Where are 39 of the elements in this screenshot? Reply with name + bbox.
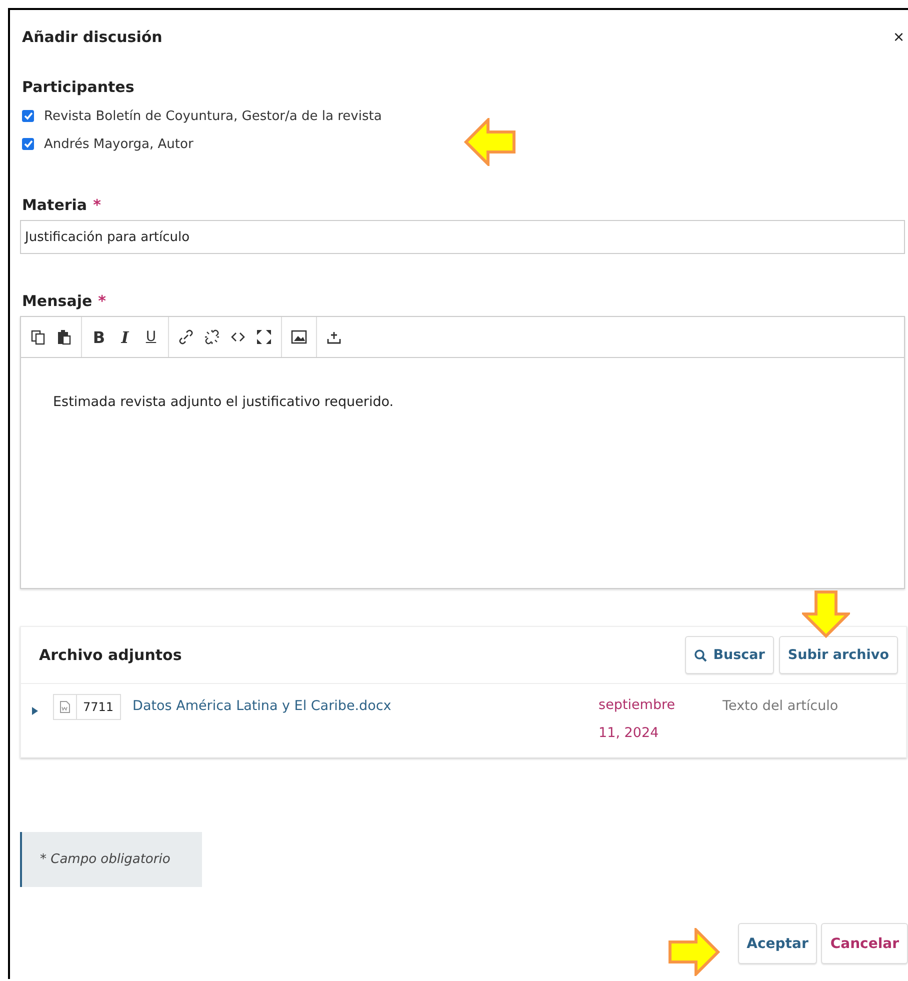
arrow-icon bbox=[802, 590, 850, 638]
arrow-icon bbox=[668, 928, 720, 976]
dialog-title: Añadir discusión bbox=[22, 28, 162, 46]
checkbox[interactable] bbox=[22, 110, 34, 122]
panel-title: Archivo adjuntos bbox=[39, 646, 182, 664]
section-heading: Participantes bbox=[22, 78, 134, 96]
file-id: 7711 bbox=[82, 700, 115, 714]
bold-button[interactable]: B bbox=[86, 323, 112, 351]
upload-icon[interactable] bbox=[326, 329, 342, 345]
field-label: Materia bbox=[22, 196, 88, 214]
required-mark: * bbox=[93, 196, 101, 214]
search-button[interactable]: Buscar bbox=[685, 636, 774, 674]
message-text: Estimada revista adjunto el justificativo requerido. bbox=[53, 394, 395, 410]
image-icon[interactable] bbox=[291, 329, 307, 345]
text-editor[interactable]: B I U Estimada revista adjunto el justificativo requerido. bbox=[20, 316, 905, 589]
link-icon[interactable] bbox=[178, 329, 194, 345]
search-icon bbox=[694, 648, 708, 662]
required-note: * Campo obligatorio bbox=[20, 832, 202, 887]
underline-button[interactable]: U bbox=[138, 323, 164, 351]
checkbox-label: Revista Boletín de Coyuntura, Gestor/a de la revista bbox=[44, 108, 382, 124]
cancel-button[interactable]: Cancelar bbox=[821, 923, 908, 964]
italic-button[interactable]: I bbox=[112, 323, 138, 351]
fullscreen-icon[interactable] bbox=[256, 329, 272, 345]
file-link[interactable]: Datos América Latina y El Caribe.docx bbox=[132, 698, 599, 714]
checkbox[interactable] bbox=[22, 138, 34, 150]
close-button[interactable]: × bbox=[893, 26, 904, 48]
file-type: Texto del artículo bbox=[722, 698, 838, 714]
upload-file-button[interactable]: Subir archivo bbox=[778, 636, 898, 674]
copy-icon[interactable] bbox=[30, 329, 46, 345]
file-date: septiembre 11, 2024 bbox=[598, 696, 676, 743]
checkbox-label: Andrés Mayorga, Autor bbox=[44, 136, 194, 152]
field-label: Mensaje bbox=[22, 292, 92, 310]
document-icon bbox=[60, 701, 70, 713]
unlink-icon[interactable] bbox=[204, 329, 220, 345]
clipboard-icon[interactable] bbox=[56, 329, 72, 345]
required-mark: * bbox=[98, 292, 106, 310]
arrow-icon bbox=[464, 118, 516, 166]
subject-field[interactable]: Justificación para artículo bbox=[20, 220, 905, 254]
accept-button[interactable]: Aceptar bbox=[738, 923, 818, 964]
